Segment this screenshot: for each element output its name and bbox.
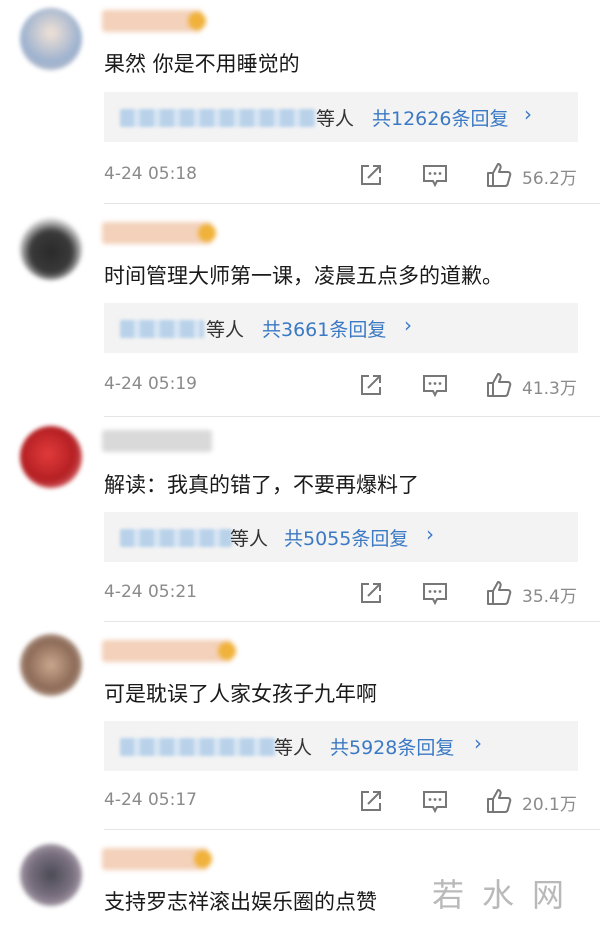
avatar[interactable]: [20, 844, 82, 906]
vip-badge-icon: [194, 850, 212, 868]
timestamp: 4-24 05:18: [104, 164, 197, 184]
username-blurred[interactable]: [102, 848, 212, 870]
username-blurred[interactable]: [102, 640, 236, 662]
timestamp: 4-24 05:21: [104, 582, 197, 602]
reply-suffix: 等人: [206, 319, 245, 341]
reply-summary[interactable]: 等人 共5928条回复 ›: [104, 721, 578, 771]
like-count: 20.1万: [522, 795, 577, 815]
thumbs-up-icon[interactable]: [484, 160, 514, 190]
thumbs-up-icon[interactable]: [484, 578, 514, 608]
username-blurred[interactable]: [102, 10, 206, 32]
watermark: 若水网: [431, 876, 582, 914]
vip-badge-icon: [198, 224, 216, 242]
timestamp: 4-24 05:19: [104, 374, 197, 394]
reply-summary[interactable]: 等人 共12626条回复 ›: [104, 92, 578, 142]
chevron-right-icon: ›: [524, 102, 532, 126]
reply-summary[interactable]: 等人 共5055条回复 ›: [104, 512, 578, 562]
reply-usernames-blurred: [120, 529, 232, 547]
share-icon[interactable]: [356, 160, 386, 190]
comment-meta: 4-24 05:21 35.4万: [104, 578, 584, 608]
like-count: 56.2万: [522, 169, 577, 189]
comment-meta: 4-24 05:18 56.2万: [104, 160, 584, 190]
reply-summary[interactable]: 等人 共3661条回复 ›: [104, 303, 578, 353]
divider: [104, 416, 600, 417]
vip-badge-icon: [218, 642, 236, 660]
share-icon[interactable]: [356, 578, 386, 608]
comment-text: 时间管理大师第一课，凌晨五点多的道歉。: [104, 264, 503, 288]
divider: [104, 203, 600, 204]
chevron-right-icon: ›: [426, 522, 434, 546]
username-blurred[interactable]: [102, 222, 216, 244]
comment-text: 支持罗志祥滚出娱乐圈的点赞: [104, 890, 377, 914]
reply-usernames-blurred: [120, 320, 204, 338]
comment-text: 解读：我真的错了，不要再爆料了: [104, 473, 419, 497]
avatar[interactable]: [20, 8, 82, 70]
reply-count-link[interactable]: 共12626条回复: [372, 104, 508, 131]
comment-text: 果然 你是不用睡觉的: [104, 52, 300, 76]
share-icon[interactable]: [356, 370, 386, 400]
share-icon[interactable]: [356, 786, 386, 816]
comment-icon[interactable]: [420, 370, 450, 400]
reply-count-link[interactable]: 共3661条回复: [262, 315, 386, 342]
avatar[interactable]: [20, 218, 82, 280]
comment-text: 可是耽误了人家女孩子九年啊: [104, 682, 377, 706]
avatar[interactable]: [20, 426, 82, 488]
comment-meta: 4-24 05:19 41.3万: [104, 370, 584, 400]
reply-count-link[interactable]: 共5055条回复: [284, 524, 408, 551]
comment-meta: 4-24 05:17 20.1万: [104, 786, 584, 816]
reply-suffix: 等人: [230, 528, 269, 550]
chevron-right-icon: ›: [474, 731, 482, 755]
timestamp: 4-24 05:17: [104, 790, 197, 810]
reply-suffix: 等人: [316, 108, 355, 130]
reply-suffix: 等人: [274, 737, 313, 759]
like-count: 41.3万: [522, 379, 577, 399]
thumbs-up-icon[interactable]: [484, 370, 514, 400]
comment-icon[interactable]: [420, 160, 450, 190]
vip-badge-icon: [188, 12, 206, 30]
comment-icon[interactable]: [420, 578, 450, 608]
reply-usernames-blurred: [120, 738, 276, 756]
thumbs-up-icon[interactable]: [484, 786, 514, 816]
reply-usernames-blurred: [120, 109, 316, 127]
avatar[interactable]: [20, 634, 82, 696]
comment-icon[interactable]: [420, 786, 450, 816]
reply-count-link[interactable]: 共5928条回复: [330, 733, 454, 760]
chevron-right-icon: ›: [404, 313, 412, 337]
like-count: 35.4万: [522, 587, 577, 607]
divider: [104, 621, 600, 622]
divider: [104, 829, 600, 830]
username-blurred[interactable]: [102, 430, 212, 452]
